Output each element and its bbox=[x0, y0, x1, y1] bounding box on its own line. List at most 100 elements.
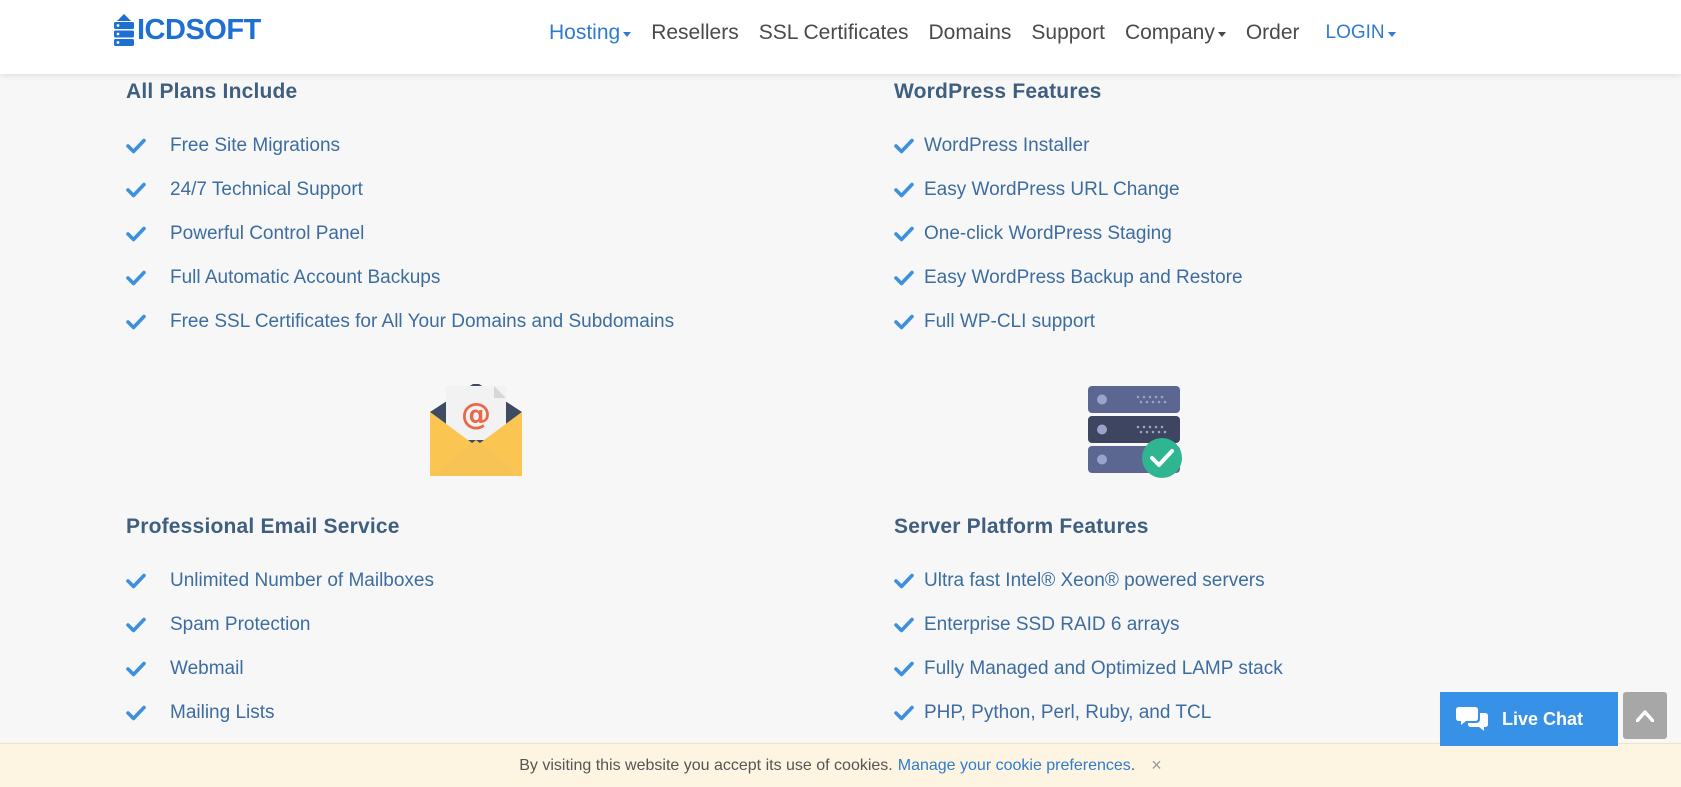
checkmark-icon bbox=[126, 661, 146, 677]
list-item: PHP, Python, Perl, Ruby, and TCL bbox=[894, 691, 1283, 735]
server-check-icon bbox=[1088, 386, 1182, 478]
caret-down-icon bbox=[1387, 32, 1396, 37]
list-item: Fully Managed and Optimized LAMP stack bbox=[894, 647, 1283, 691]
cookie-text: By visiting this website you accept its … bbox=[519, 756, 893, 774]
feature-list: Free Site Migrations 24/7 Technical Supp… bbox=[126, 124, 674, 344]
checkmark-icon bbox=[894, 617, 914, 633]
nav-ssl-certificates[interactable]: SSL Certificates bbox=[759, 21, 909, 45]
section-title: Professional Email Service bbox=[126, 515, 400, 538]
list-item: WordPress Installer bbox=[894, 124, 1243, 168]
nav-support[interactable]: Support bbox=[1031, 21, 1105, 45]
svg-text:@: @ bbox=[461, 397, 491, 432]
checkmark-icon bbox=[126, 705, 146, 721]
nav-login[interactable]: LOGIN bbox=[1326, 22, 1396, 44]
checkmark-icon bbox=[894, 314, 914, 330]
checkmark-icon bbox=[894, 182, 914, 198]
feature-text: Easy WordPress Backup and Restore bbox=[924, 267, 1243, 288]
caret-down-icon bbox=[623, 32, 632, 37]
cookie-period: . bbox=[1130, 756, 1136, 774]
list-item: 24/7 Technical Support bbox=[126, 168, 674, 212]
cookie-preferences-link[interactable]: Manage your cookie preferences bbox=[898, 757, 1131, 775]
nav-company[interactable]: Company bbox=[1125, 21, 1226, 45]
nav-resellers-label: Resellers bbox=[651, 21, 739, 44]
nav-domains[interactable]: Domains bbox=[929, 21, 1012, 45]
checkmark-icon bbox=[894, 573, 914, 589]
cookie-banner: By visiting this website you accept its … bbox=[0, 743, 1681, 787]
brand-name: ICDSOFT bbox=[137, 13, 261, 46]
checkmark-icon bbox=[894, 138, 914, 154]
scroll-top-button[interactable] bbox=[1623, 692, 1667, 739]
list-item: Free Site Migrations bbox=[126, 124, 674, 168]
feature-text: Webmail bbox=[170, 658, 244, 679]
server-section: Server Platform Features Ultra fast Inte… bbox=[894, 515, 1283, 735]
caret-down-icon bbox=[1217, 32, 1226, 37]
feature-text: Easy WordPress URL Change bbox=[924, 179, 1180, 200]
checkmark-icon bbox=[894, 705, 914, 721]
feature-list: Unlimited Number of Mailboxes Spam Prote… bbox=[126, 559, 434, 735]
nav-ssl-label: SSL Certificates bbox=[758, 21, 909, 44]
nav-hosting-label: Hosting bbox=[549, 21, 621, 44]
nav-domains-label: Domains bbox=[928, 21, 1012, 44]
feature-text: 24/7 Technical Support bbox=[170, 179, 363, 200]
checkmark-icon bbox=[126, 270, 146, 286]
chat-bubbles-icon bbox=[1456, 707, 1488, 731]
server-logo-icon bbox=[114, 14, 134, 46]
email-envelope-icon: @ bbox=[430, 384, 522, 476]
nav-support-label: Support bbox=[1031, 21, 1105, 44]
main-nav: Hosting Resellers SSL Certificates Domai… bbox=[549, 18, 1416, 48]
feature-text: Fully Managed and Optimized LAMP stack bbox=[924, 658, 1283, 679]
feature-text: Free Site Migrations bbox=[170, 135, 341, 156]
feature-list: WordPress Installer Easy WordPress URL C… bbox=[894, 124, 1243, 344]
feature-text: Powerful Control Panel bbox=[170, 223, 365, 244]
list-item: One-click WordPress Staging bbox=[894, 212, 1243, 256]
feature-text: Full Automatic Account Backups bbox=[170, 267, 441, 288]
live-chat-label: Live Chat bbox=[1502, 708, 1584, 729]
list-item: Enterprise SSD RAID 6 arrays bbox=[894, 603, 1283, 647]
checkmark-icon bbox=[894, 270, 914, 286]
logo[interactable]: ICDSOFT bbox=[113, 12, 261, 48]
section-title: Server Platform Features bbox=[894, 515, 1149, 538]
nav-company-label: Company bbox=[1124, 21, 1215, 44]
checkmark-icon bbox=[126, 182, 146, 198]
feature-list: Ultra fast Intel® Xeon® powered servers … bbox=[894, 559, 1283, 735]
checkmark-icon bbox=[126, 573, 146, 589]
list-item: Easy WordPress Backup and Restore bbox=[894, 256, 1243, 300]
list-item: Powerful Control Panel bbox=[126, 212, 674, 256]
nav-order[interactable]: Order bbox=[1246, 21, 1300, 45]
checkmark-icon bbox=[126, 314, 146, 330]
list-item: Full Automatic Account Backups bbox=[126, 256, 674, 300]
feature-text: Free SSL Certificates for All Your Domai… bbox=[170, 311, 675, 332]
nav-hosting[interactable]: Hosting bbox=[549, 21, 632, 45]
chevron-up-icon bbox=[1636, 709, 1654, 722]
close-icon[interactable]: × bbox=[1151, 755, 1162, 776]
list-item: Full WP-CLI support bbox=[894, 300, 1243, 344]
checkmark-icon bbox=[126, 138, 146, 154]
list-item: Free SSL Certificates for All Your Domai… bbox=[126, 300, 674, 344]
feature-text: Enterprise SSD RAID 6 arrays bbox=[924, 614, 1180, 635]
feature-text: Full WP-CLI support bbox=[924, 311, 1096, 332]
list-item: Mailing Lists bbox=[126, 691, 434, 735]
list-item: Ultra fast Intel® Xeon® powered servers bbox=[894, 559, 1283, 603]
feature-text: Spam Protection bbox=[170, 614, 311, 635]
feature-text: PHP, Python, Perl, Ruby, and TCL bbox=[924, 702, 1212, 723]
checkmark-icon bbox=[126, 226, 146, 242]
feature-text: Ultra fast Intel® Xeon® powered servers bbox=[924, 570, 1265, 591]
email-section: Professional Email Service Unlimited Num… bbox=[126, 515, 434, 735]
list-item: Easy WordPress URL Change bbox=[894, 168, 1243, 212]
list-item: Webmail bbox=[126, 647, 434, 691]
wordpress-section: WordPress Features WordPress Installer E… bbox=[894, 80, 1243, 344]
nav-resellers[interactable]: Resellers bbox=[651, 21, 739, 45]
checkmark-icon bbox=[894, 661, 914, 677]
feature-text: One-click WordPress Staging bbox=[924, 223, 1172, 244]
list-item: Unlimited Number of Mailboxes bbox=[126, 559, 434, 603]
feature-text: Mailing Lists bbox=[170, 702, 275, 723]
all-plans-section: All Plans Include Free Site Migrations 2… bbox=[126, 80, 674, 344]
section-title: All Plans Include bbox=[126, 80, 298, 103]
nav-order-label: Order bbox=[1245, 21, 1300, 44]
checkmark-icon bbox=[894, 226, 914, 242]
checkmark-icon bbox=[126, 617, 146, 633]
feature-text: Unlimited Number of Mailboxes bbox=[170, 570, 434, 591]
feature-text: WordPress Installer bbox=[924, 135, 1090, 156]
nav-login-label: LOGIN bbox=[1325, 22, 1385, 43]
live-chat-button[interactable]: Live Chat bbox=[1440, 692, 1618, 746]
